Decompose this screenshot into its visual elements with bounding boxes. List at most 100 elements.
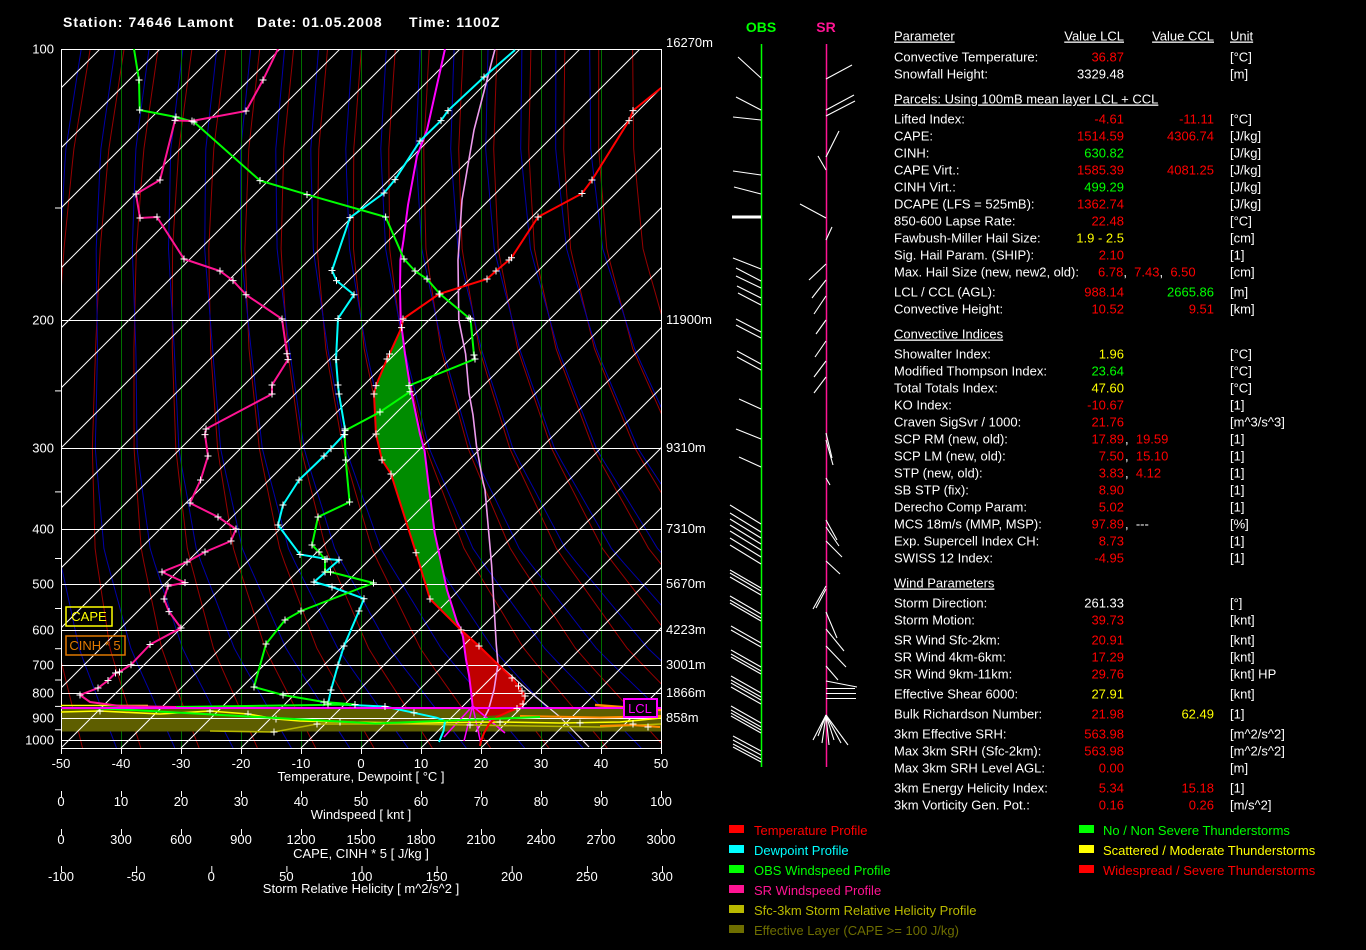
svg-text:Max 3km SRH Level AGL:: Max 3km SRH Level AGL: <box>894 761 1045 776</box>
svg-text:Craven SigSvr / 1000:: Craven SigSvr / 1000: <box>894 415 1021 430</box>
svg-text:20: 20 <box>174 794 188 809</box>
svg-text:SR Windspeed Profile: SR Windspeed Profile <box>754 883 881 898</box>
svg-text:10.52: 10.52 <box>1091 302 1124 317</box>
svg-text:Windspeed [ knt ]: Windspeed [ knt ] <box>311 807 411 822</box>
svg-text:[1]: [1] <box>1230 483 1244 498</box>
svg-text:Date: 01.05.2008: Date: 01.05.2008 <box>257 14 383 30</box>
svg-text:[m]: [m] <box>1230 67 1248 82</box>
svg-text:Temperature, Dewpoint [ °C ]: Temperature, Dewpoint [ °C ] <box>277 769 444 784</box>
svg-text:700: 700 <box>32 658 54 673</box>
svg-text:16270m: 16270m <box>666 35 713 50</box>
svg-text:5.34: 5.34 <box>1099 781 1124 796</box>
svg-text:39.73: 39.73 <box>1091 613 1124 628</box>
svg-text:1866m: 1866m <box>666 685 706 700</box>
svg-text:0.16: 0.16 <box>1099 798 1124 813</box>
svg-text:Sfc-3km Storm Relative Helicit: Sfc-3km Storm Relative Helicity Profile <box>754 903 977 918</box>
svg-text:[cm]: [cm] <box>1230 265 1255 280</box>
svg-text:[°]: [°] <box>1230 596 1242 611</box>
svg-text:3.83: 3.83 <box>1099 466 1124 481</box>
svg-text:563.98: 563.98 <box>1084 727 1124 742</box>
svg-text:[m^3/s^3]: [m^3/s^3] <box>1230 415 1285 430</box>
svg-text:3001m: 3001m <box>666 657 706 672</box>
svg-text:Storm Relative Helicity [ m^2: Storm Relative Helicity [ m^2/s^2 ] <box>263 881 459 896</box>
svg-text:21.76: 21.76 <box>1091 415 1124 430</box>
svg-text:CAPE, CINH * 5 [ J/kg ]: CAPE, CINH * 5 [ J/kg ] <box>293 846 429 861</box>
svg-text:50: 50 <box>654 756 668 771</box>
svg-text:Showalter Index:: Showalter Index: <box>894 347 991 362</box>
svg-text:3329.48: 3329.48 <box>1077 67 1124 82</box>
svg-text:5670m: 5670m <box>666 576 706 591</box>
svg-text:250: 250 <box>576 869 598 884</box>
svg-text:17.89: 17.89 <box>1091 432 1124 447</box>
svg-text:, ---: , --- <box>1125 517 1149 532</box>
svg-text:62.49: 62.49 <box>1181 707 1214 722</box>
svg-text:40: 40 <box>294 794 308 809</box>
svg-text:[1]: [1] <box>1230 534 1244 549</box>
svg-text:[1]: [1] <box>1230 707 1244 722</box>
svg-text:1362.74: 1362.74 <box>1077 197 1124 212</box>
svg-text:Dewpoint Profile: Dewpoint Profile <box>754 843 849 858</box>
svg-text:400: 400 <box>32 522 54 537</box>
svg-text:Convective Indices: Convective Indices <box>894 327 1004 342</box>
svg-text:Lifted Index:: Lifted Index: <box>894 112 965 127</box>
svg-text:[J/kg]: [J/kg] <box>1230 146 1261 161</box>
svg-text:1.9 - 2.5: 1.9 - 2.5 <box>1076 231 1124 246</box>
svg-text:-20: -20 <box>232 756 251 771</box>
svg-text:[knt]: [knt] <box>1230 633 1255 648</box>
svg-text:LCL: LCL <box>628 701 652 716</box>
svg-text:29.76: 29.76 <box>1091 667 1124 682</box>
svg-text:4081.25: 4081.25 <box>1167 163 1214 178</box>
svg-text:1500: 1500 <box>347 832 376 847</box>
svg-text:9.51: 9.51 <box>1189 302 1214 317</box>
svg-text:850-600 Lapse Rate:: 850-600 Lapse Rate: <box>894 214 1015 229</box>
svg-text:Parameter: Parameter <box>894 29 955 44</box>
svg-text:Storm Direction:: Storm Direction: <box>894 596 987 611</box>
svg-text:1585.39: 1585.39 <box>1077 163 1124 178</box>
svg-text:[°C]: [°C] <box>1230 381 1252 396</box>
svg-text:300: 300 <box>32 441 54 456</box>
svg-text:[1]: [1] <box>1230 551 1244 566</box>
svg-text:-50: -50 <box>127 869 146 884</box>
svg-text:40: 40 <box>594 756 608 771</box>
svg-text:CINH:: CINH: <box>894 146 929 161</box>
svg-text:7310m: 7310m <box>666 521 706 536</box>
svg-text:563.98: 563.98 <box>1084 744 1124 759</box>
svg-text:36.87: 36.87 <box>1091 50 1124 65</box>
svg-text:2700: 2700 <box>587 832 616 847</box>
svg-text:No / Non Severe Thunderstorms: No / Non Severe Thunderstorms <box>1103 823 1290 838</box>
svg-text:3km Vorticity Gen. Pot.:: 3km Vorticity Gen. Pot.: <box>894 798 1030 813</box>
svg-text:Max. Hail Size (new, new2, old: Max. Hail Size (new, new2, old): <box>894 265 1079 280</box>
svg-text:Exp. Supercell Index CH:: Exp. Supercell Index CH: <box>894 534 1039 549</box>
svg-text:4223m: 4223m <box>666 622 706 637</box>
svg-text:300: 300 <box>110 832 132 847</box>
svg-text:[%]: [%] <box>1230 517 1249 532</box>
svg-text:21.98: 21.98 <box>1091 707 1124 722</box>
svg-text:[°C]: [°C] <box>1230 50 1252 65</box>
svg-text:15.18: 15.18 <box>1181 781 1214 796</box>
svg-text:Widespread / Severe Thundersto: Widespread / Severe Thunderstorms <box>1103 863 1316 878</box>
svg-text:[J/kg]: [J/kg] <box>1230 163 1261 178</box>
svg-text:Temperature Profile: Temperature Profile <box>754 823 867 838</box>
svg-text:Modified Thompson Index:: Modified Thompson Index: <box>894 364 1047 379</box>
svg-text:[cm]: [cm] <box>1230 231 1255 246</box>
svg-text:STP (new, old):: STP (new, old): <box>894 466 983 481</box>
svg-text:-11.11: -11.11 <box>1179 112 1214 127</box>
svg-text:Snowfall Height:: Snowfall Height: <box>894 67 988 82</box>
svg-text:SR: SR <box>816 19 835 35</box>
svg-text:499.29: 499.29 <box>1084 180 1124 195</box>
svg-text:SR Wind 9km-11km:: SR Wind 9km-11km: <box>894 667 1012 682</box>
svg-text:27.91: 27.91 <box>1091 687 1124 702</box>
svg-text:2665.86: 2665.86 <box>1167 285 1214 300</box>
svg-text:[m]: [m] <box>1230 761 1248 776</box>
svg-text:Convective Temperature:: Convective Temperature: <box>894 50 1038 65</box>
svg-text:988.14: 988.14 <box>1084 285 1124 300</box>
svg-text:261.33: 261.33 <box>1084 596 1124 611</box>
svg-text:17.29: 17.29 <box>1091 650 1124 665</box>
svg-text:2400: 2400 <box>527 832 556 847</box>
svg-text:SB STP (fix):: SB STP (fix): <box>894 483 969 498</box>
svg-text:23.64: 23.64 <box>1091 364 1124 379</box>
svg-text:MCS 18m/s (MMP, MSP):: MCS 18m/s (MMP, MSP): <box>894 517 1042 532</box>
svg-text:-4.61: -4.61 <box>1094 112 1124 127</box>
svg-text:858m: 858m <box>666 710 699 725</box>
svg-text:, 15.10: , 15.10 <box>1125 449 1168 464</box>
